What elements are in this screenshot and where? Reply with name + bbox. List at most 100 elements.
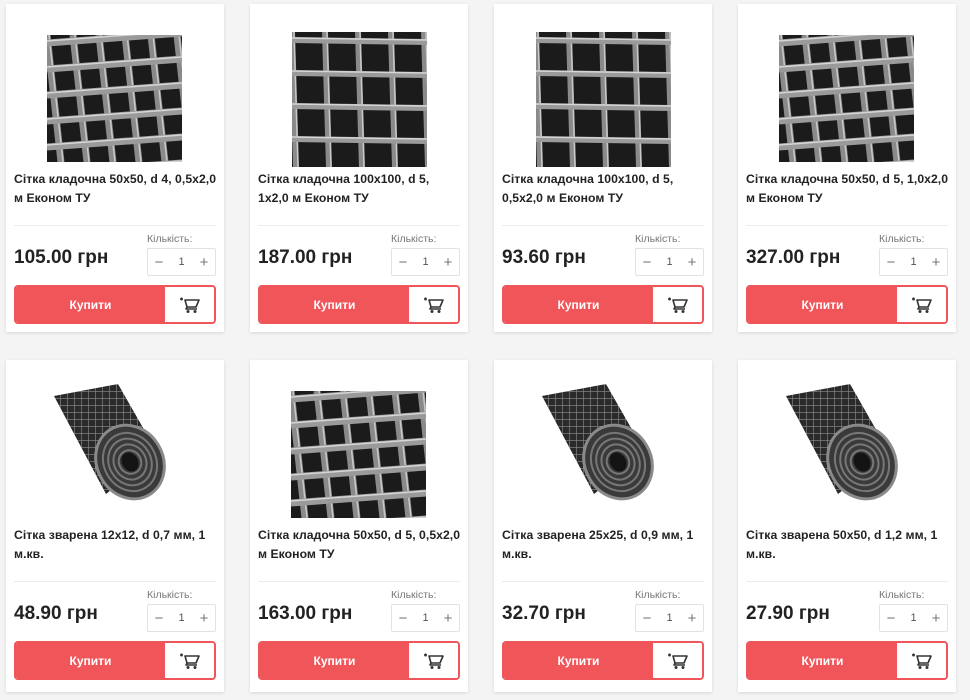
- product-title[interactable]: Сітка зварена 25x25, d 0,9 мм, 1 м.кв.: [502, 526, 707, 564]
- quantity-value[interactable]: 1: [910, 256, 916, 268]
- product-price: 187.00 грн: [258, 247, 353, 268]
- buy-button[interactable]: Купити: [748, 287, 897, 322]
- quantity-label: Кількість:: [635, 589, 681, 601]
- quantity-value[interactable]: 1: [178, 612, 184, 624]
- add-to-cart-button[interactable]: [409, 287, 458, 322]
- product-price: 32.70 грн: [502, 603, 586, 624]
- buy-button[interactable]: Купити: [504, 643, 653, 678]
- quantity-value[interactable]: 1: [910, 612, 916, 624]
- quantity-value[interactable]: 1: [178, 256, 184, 268]
- cart-add-icon: [179, 297, 200, 313]
- add-to-cart-button[interactable]: [653, 643, 702, 678]
- product-price: 105.00 грн: [14, 247, 109, 268]
- quantity-label: Кількість:: [879, 233, 925, 245]
- buy-button[interactable]: Купити: [504, 287, 653, 322]
- quantity-stepper: −1 +: [391, 248, 460, 276]
- plus-icon[interactable]: +: [925, 605, 947, 631]
- minus-icon[interactable]: −: [148, 249, 170, 275]
- quantity-stepper: −1 +: [879, 248, 948, 276]
- quantity-stepper: −1 +: [147, 604, 216, 632]
- buy-button[interactable]: Купити: [16, 643, 165, 678]
- cart-add-icon: [911, 297, 932, 313]
- divider: [502, 225, 704, 226]
- plus-icon[interactable]: +: [437, 249, 459, 275]
- quantity-label: Кількість:: [147, 233, 193, 245]
- plus-icon[interactable]: +: [681, 605, 703, 631]
- minus-icon[interactable]: −: [636, 605, 658, 631]
- mesh-panel-large-image: [292, 32, 427, 167]
- mesh-roll-image: [542, 384, 654, 501]
- quantity-value[interactable]: 1: [666, 612, 672, 624]
- product-title[interactable]: Сітка кладочна 100x100, d 5, 1x2,0 м Еко…: [258, 170, 463, 208]
- divider: [14, 225, 216, 226]
- product-image[interactable]: [250, 360, 468, 528]
- product-image[interactable]: [738, 360, 956, 528]
- buy-actions: Купити: [502, 641, 704, 680]
- product-title[interactable]: Сітка кладочна 100x100, d 5, 0,5x2,0 м Е…: [502, 170, 707, 208]
- add-to-cart-button[interactable]: [897, 643, 946, 678]
- product-card: Сітка зварена 12x12, d 0,7 мм, 1 м.кв. Кі…: [6, 360, 224, 692]
- product-price: 93.60 грн: [502, 247, 586, 268]
- add-to-cart-button[interactable]: [165, 643, 214, 678]
- product-image[interactable]: [6, 4, 224, 172]
- minus-icon[interactable]: −: [636, 249, 658, 275]
- cart-add-icon: [911, 653, 932, 669]
- divider: [258, 225, 460, 226]
- buy-actions: Купити: [14, 641, 216, 680]
- product-image[interactable]: [6, 360, 224, 528]
- minus-icon[interactable]: −: [392, 249, 414, 275]
- buy-button[interactable]: Купити: [748, 643, 897, 678]
- product-card: Сітка кладочна 50x50, d 5, 1,0x2,0 м Еко…: [738, 4, 956, 332]
- add-to-cart-button[interactable]: [409, 643, 458, 678]
- product-price: 48.90 грн: [14, 603, 98, 624]
- minus-icon[interactable]: −: [880, 249, 902, 275]
- plus-icon[interactable]: +: [437, 605, 459, 631]
- quantity-stepper: −1 +: [879, 604, 948, 632]
- buy-button[interactable]: Купити: [16, 287, 165, 322]
- buy-button[interactable]: Купити: [260, 643, 409, 678]
- plus-icon[interactable]: +: [681, 249, 703, 275]
- product-image[interactable]: [250, 4, 468, 172]
- buy-actions: Купити: [746, 641, 948, 680]
- plus-icon[interactable]: +: [925, 249, 947, 275]
- product-title[interactable]: Сітка кладочна 50x50, d 5, 0,5x2,0 м Еко…: [258, 526, 463, 564]
- add-to-cart-button[interactable]: [653, 287, 702, 322]
- quantity-label: Кількість:: [147, 589, 193, 601]
- product-title[interactable]: Сітка зварена 12x12, d 0,7 мм, 1 м.кв.: [14, 526, 219, 564]
- buy-button[interactable]: Купити: [260, 287, 409, 322]
- quantity-value[interactable]: 1: [666, 256, 672, 268]
- buy-actions: Купити: [746, 285, 948, 324]
- product-image[interactable]: [494, 360, 712, 528]
- divider: [746, 225, 948, 226]
- plus-icon[interactable]: +: [193, 605, 215, 631]
- minus-icon[interactable]: −: [392, 605, 414, 631]
- add-to-cart-button[interactable]: [897, 287, 946, 322]
- buy-actions: Купити: [258, 641, 460, 680]
- cart-add-icon: [179, 653, 200, 669]
- product-card: Сітка кладочна 50x50, d 5, 0,5x2,0 м Еко…: [250, 360, 468, 692]
- mesh-roll-image: [786, 384, 898, 501]
- minus-icon[interactable]: −: [148, 605, 170, 631]
- product-price: 327.00 грн: [746, 247, 841, 268]
- divider: [258, 581, 460, 582]
- product-title[interactable]: Сітка кладочна 50x50, d 4, 0,5x2,0 м Еко…: [14, 170, 219, 208]
- minus-icon[interactable]: −: [880, 605, 902, 631]
- quantity-label: Кількість:: [391, 233, 437, 245]
- quantity-value[interactable]: 1: [422, 612, 428, 624]
- buy-actions: Купити: [502, 285, 704, 324]
- divider: [14, 581, 216, 582]
- product-card: Сітка кладочна 100x100, d 5, 1x2,0 м Еко…: [250, 4, 468, 332]
- product-image[interactable]: [494, 4, 712, 172]
- product-image[interactable]: [738, 4, 956, 172]
- product-title[interactable]: Сітка зварена 50x50, d 1,2 мм, 1 м.кв.: [746, 526, 951, 564]
- product-title[interactable]: Сітка кладочна 50x50, d 5, 1,0x2,0 м Еко…: [746, 170, 951, 208]
- mesh-panel-image: [779, 35, 914, 162]
- plus-icon[interactable]: +: [193, 249, 215, 275]
- cart-add-icon: [423, 653, 444, 669]
- quantity-value[interactable]: 1: [422, 256, 428, 268]
- add-to-cart-button[interactable]: [165, 287, 214, 322]
- product-price: 27.90 грн: [746, 603, 830, 624]
- product-card: Сітка зварена 25x25, d 0,9 мм, 1 м.кв. Кі…: [494, 360, 712, 692]
- product-card: Сітка кладочна 50x50, d 4, 0,5x2,0 м Еко…: [6, 4, 224, 332]
- buy-actions: Купити: [14, 285, 216, 324]
